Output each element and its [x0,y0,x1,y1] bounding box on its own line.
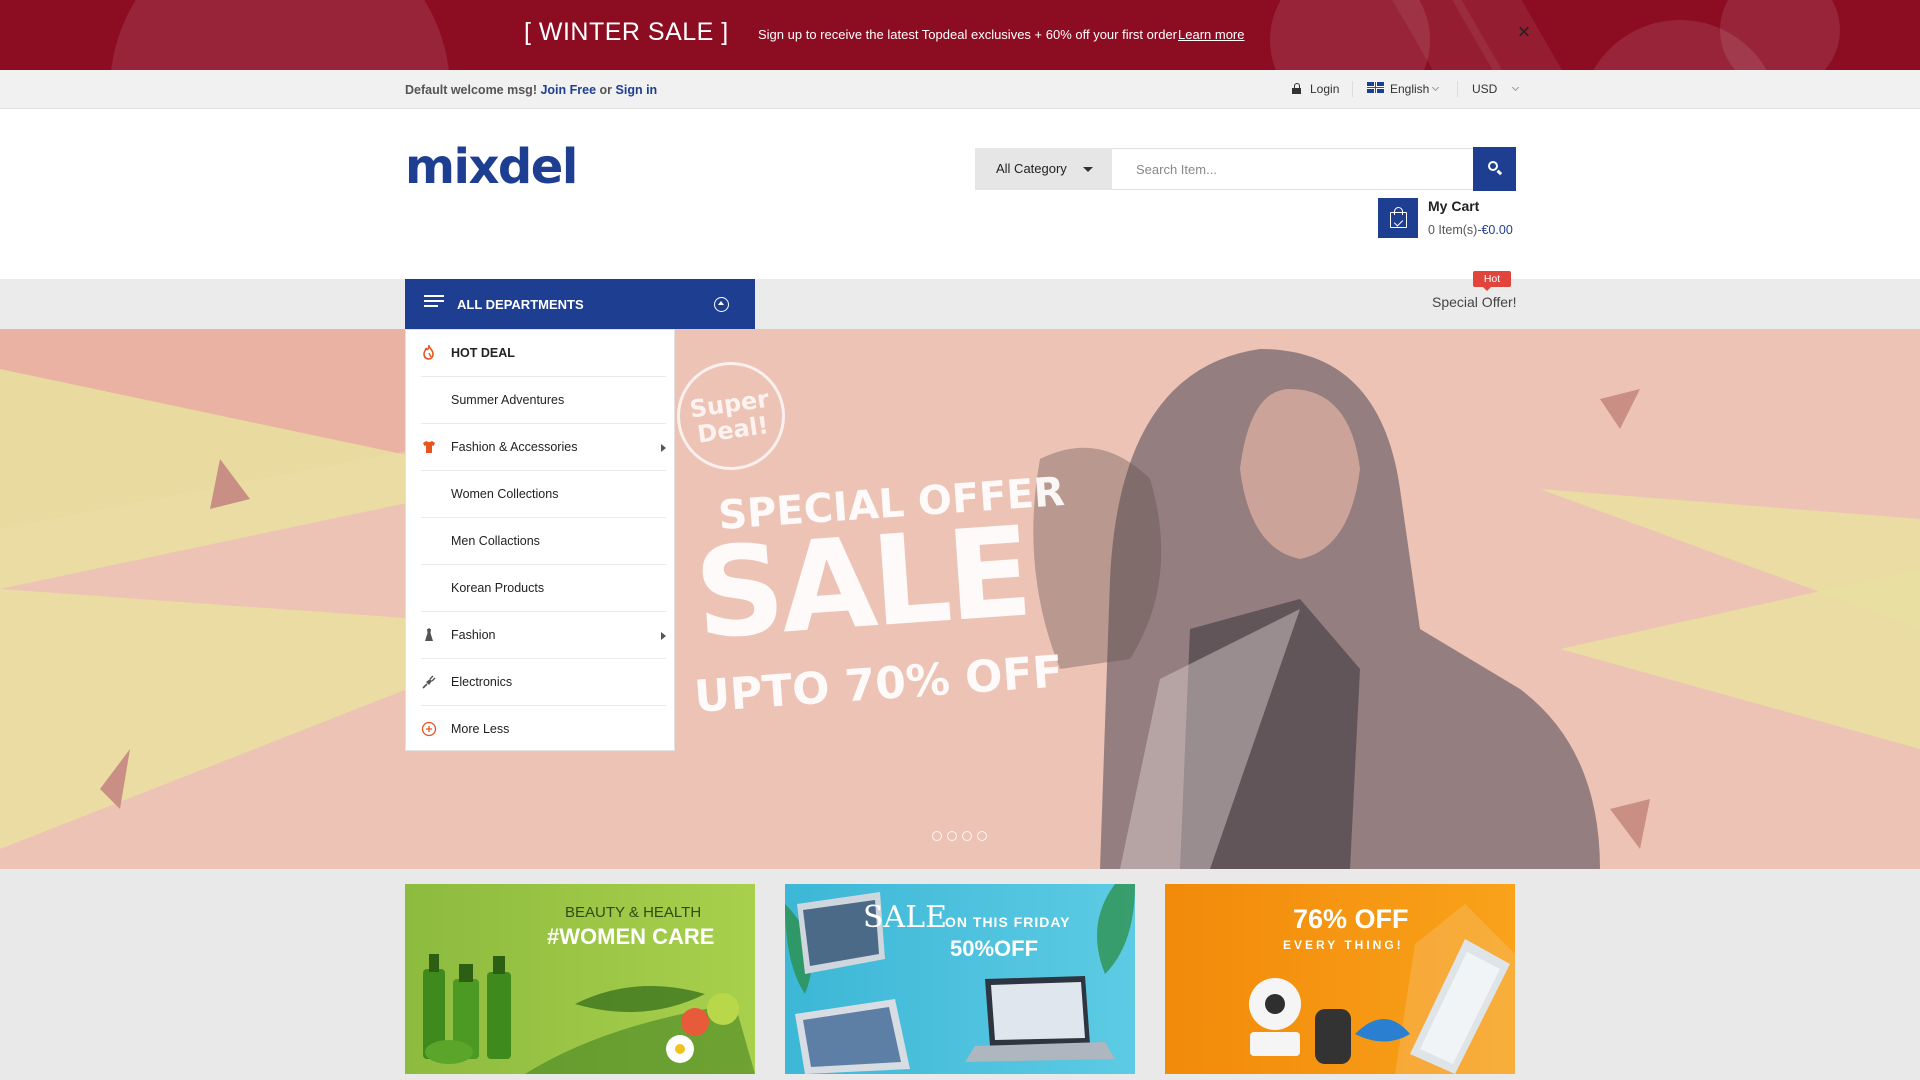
menu-item-hot-deal[interactable]: HOT DEAL [421,330,666,377]
card1-line1: BEAUTY & HEALTH [565,904,702,921]
cart-items: 0 Item(s) [1428,223,1478,237]
shopping-bag-icon[interactable] [1378,198,1418,238]
menu-item-korean-products[interactable]: Korean Products [421,565,666,612]
menu-item-fashion-accessories[interactable]: Fashion & Accessories [421,424,666,471]
search-button[interactable] [1473,147,1516,191]
promo-card-friday-sale[interactable]: SALE ON THIS FRIDAY 50%OFF [785,884,1135,1074]
menu-item-label: Summer Adventures [451,393,565,407]
promo-bar: [ WINTER SALE ] Sign up to receive the l… [0,0,1920,70]
divider [1457,81,1458,97]
menu-item-label: Men Collactions [451,534,540,548]
card3-every-thing: EVERY THING! [1283,938,1404,952]
all-departments-button[interactable]: ALL DEPARTMENTS [405,279,755,329]
slider-dots [932,828,992,846]
plug-icon [422,675,436,689]
site-logo[interactable]: mixdel [405,139,578,195]
card3-76-off: 76% OFF [1293,904,1409,934]
search-input[interactable] [1112,148,1474,190]
uk-flag-icon [1367,82,1384,93]
card2-off: 50%OFF [950,936,1039,961]
welcome-text: Default welcome msg! [405,83,537,97]
decor-circle [110,0,450,70]
category-select[interactable]: All Category [975,148,1112,190]
cart-total: €0.00 [1481,223,1513,237]
plus-circle-icon [421,721,437,737]
currency-label: USD [1472,82,1498,96]
sign-in-link[interactable]: Sign in [616,83,658,97]
category-label: All Category [996,161,1067,176]
card2-friday: ON THIS FRIDAY [945,914,1071,930]
slider-dot[interactable] [947,831,957,841]
slider-dot[interactable] [962,831,972,841]
login-link[interactable]: Login [1310,82,1339,96]
learn-more-link[interactable]: Learn more [1178,27,1244,42]
menu-item-label: Fashion [451,628,496,642]
menu-item-label: Korean Products [451,581,545,595]
menu-item-men-collactions[interactable]: Men Collactions [421,518,666,565]
close-icon[interactable]: × [1514,21,1534,43]
dress-icon [425,628,433,641]
caret-down-icon [1083,167,1093,172]
card2-sale: SALE [863,900,948,935]
welcome-message: Default welcome msg! Join Free or Sign i… [405,83,657,97]
menu-item-label: More Less [451,722,510,736]
menu-item-electronics[interactable]: Electronics [421,659,666,706]
chevron-down-icon [1432,83,1440,92]
cart-summary: 0 Item(s)-€0.00 [1428,223,1513,237]
hero-sale: SALE [690,500,1033,668]
top-links-bar: Default welcome msg! Join Free or Sign i… [0,70,1920,109]
currency-select[interactable]: USD [1472,82,1520,96]
menu-item-fashion[interactable]: Fashion [421,612,666,659]
hero-banner[interactable]: Super Deal! SPECIAL OFFER SALE UPTO 70% … [0,329,1920,869]
menu-item-label: HOT DEAL [451,346,515,360]
menu-item-women-collections[interactable]: Women Collections [421,471,666,518]
caret-right-icon [661,632,666,640]
menu-item-label: Electronics [451,675,513,689]
special-offer-link[interactable]: Special Offer! [1432,294,1517,310]
slider-dot[interactable] [977,831,987,841]
departments-dropdown: HOT DEAL Summer Adventures Fashion & Acc… [405,329,675,751]
caret-right-icon [661,444,666,452]
decor-circle [1720,0,1840,70]
promo-text: Sign up to receive the latest Topdeal ex… [758,27,1178,42]
card1-line2: #WOMEN CARE [547,924,715,949]
laptops-illustration [785,884,1135,1074]
all-departments-label: ALL DEPARTMENTS [457,297,584,312]
cart-title[interactable]: My Cart [1428,198,1479,214]
chevron-up-circle-icon[interactable] [714,297,729,312]
menu-item-more-less[interactable]: More Less [421,706,666,753]
fire-icon [423,345,434,360]
tshirt-icon [423,441,435,453]
join-free-link[interactable]: Join Free [540,83,596,97]
divider [1352,81,1353,97]
menu-lines-icon [424,295,444,309]
site-header: mixdel All Category My Cart 0 Item(s)-€0… [0,109,1920,279]
lock-icon [1292,83,1301,94]
promo-card-76-off[interactable]: 76% OFF EVERY THING! [1165,884,1515,1074]
or-text: or [599,83,613,97]
promo-title: [ WINTER SALE ] [524,18,729,46]
nav-bar: ALL DEPARTMENTS Special Offer! [0,279,1920,329]
hot-badge: Hot [1473,271,1511,291]
chevron-down-icon [1512,83,1520,92]
menu-item-summer-adventures[interactable]: Summer Adventures [421,377,666,424]
menu-item-label: Women Collections [451,487,559,501]
slider-dot[interactable] [932,831,942,841]
promo-card-women-care[interactable]: BEAUTY & HEALTH #WOMEN CARE [405,884,755,1074]
search-icon [1488,161,1498,171]
language-label: English [1390,82,1430,96]
language-select[interactable]: English [1390,82,1440,96]
menu-item-label: Fashion & Accessories [451,440,578,454]
